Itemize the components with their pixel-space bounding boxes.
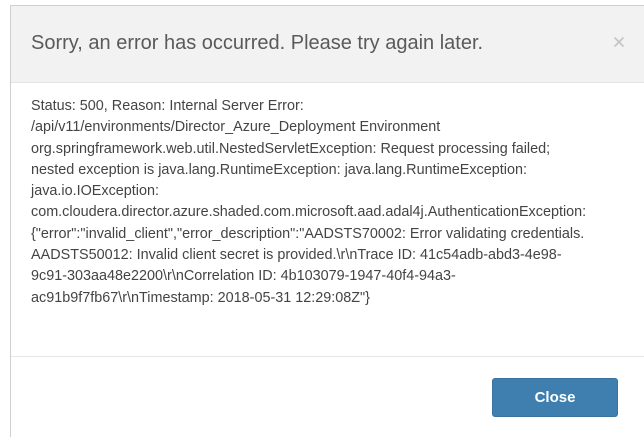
error-message-line: Status: 500, Reason: Internal Server Err… [31,98,304,114]
dialog-body: Status: 500, Reason: Internal Server Err… [31,96,644,309]
error-message-line: java.io.IOException: [31,183,159,200]
error-message-line: AADSTS50012: Invalid client secret is pr… [31,247,562,264]
error-message-line: ac91b9f7fb67\r\nTimestamp: 2018-05-31 12… [31,289,370,306]
dialog-header: Sorry, an error has occurred. Please try… [11,6,644,83]
error-message-line: 9c91-303aa48e2200\r\nCorrelation ID: 4b1… [31,268,456,285]
error-message-line: {"error":"invalid_client","error_descrip… [31,225,585,242]
error-message-line: com.cloudera.director.azure.shaded.com.m… [31,204,587,221]
error-message-line: /api/v11/environments/Director_Azure_Dep… [31,119,441,136]
error-message-line: org.springframework.web.util.NestedServl… [31,140,551,157]
close-icon[interactable] [612,35,626,49]
error-message-line: nested exception is java.lang.RuntimeExc… [31,161,527,178]
footer-divider [11,356,644,357]
dialog-title: Sorry, an error has occurred. Please try… [31,32,484,54]
close-button[interactable]: Close [492,378,618,417]
error-dialog: Sorry, an error has occurred. Please try… [10,5,644,437]
